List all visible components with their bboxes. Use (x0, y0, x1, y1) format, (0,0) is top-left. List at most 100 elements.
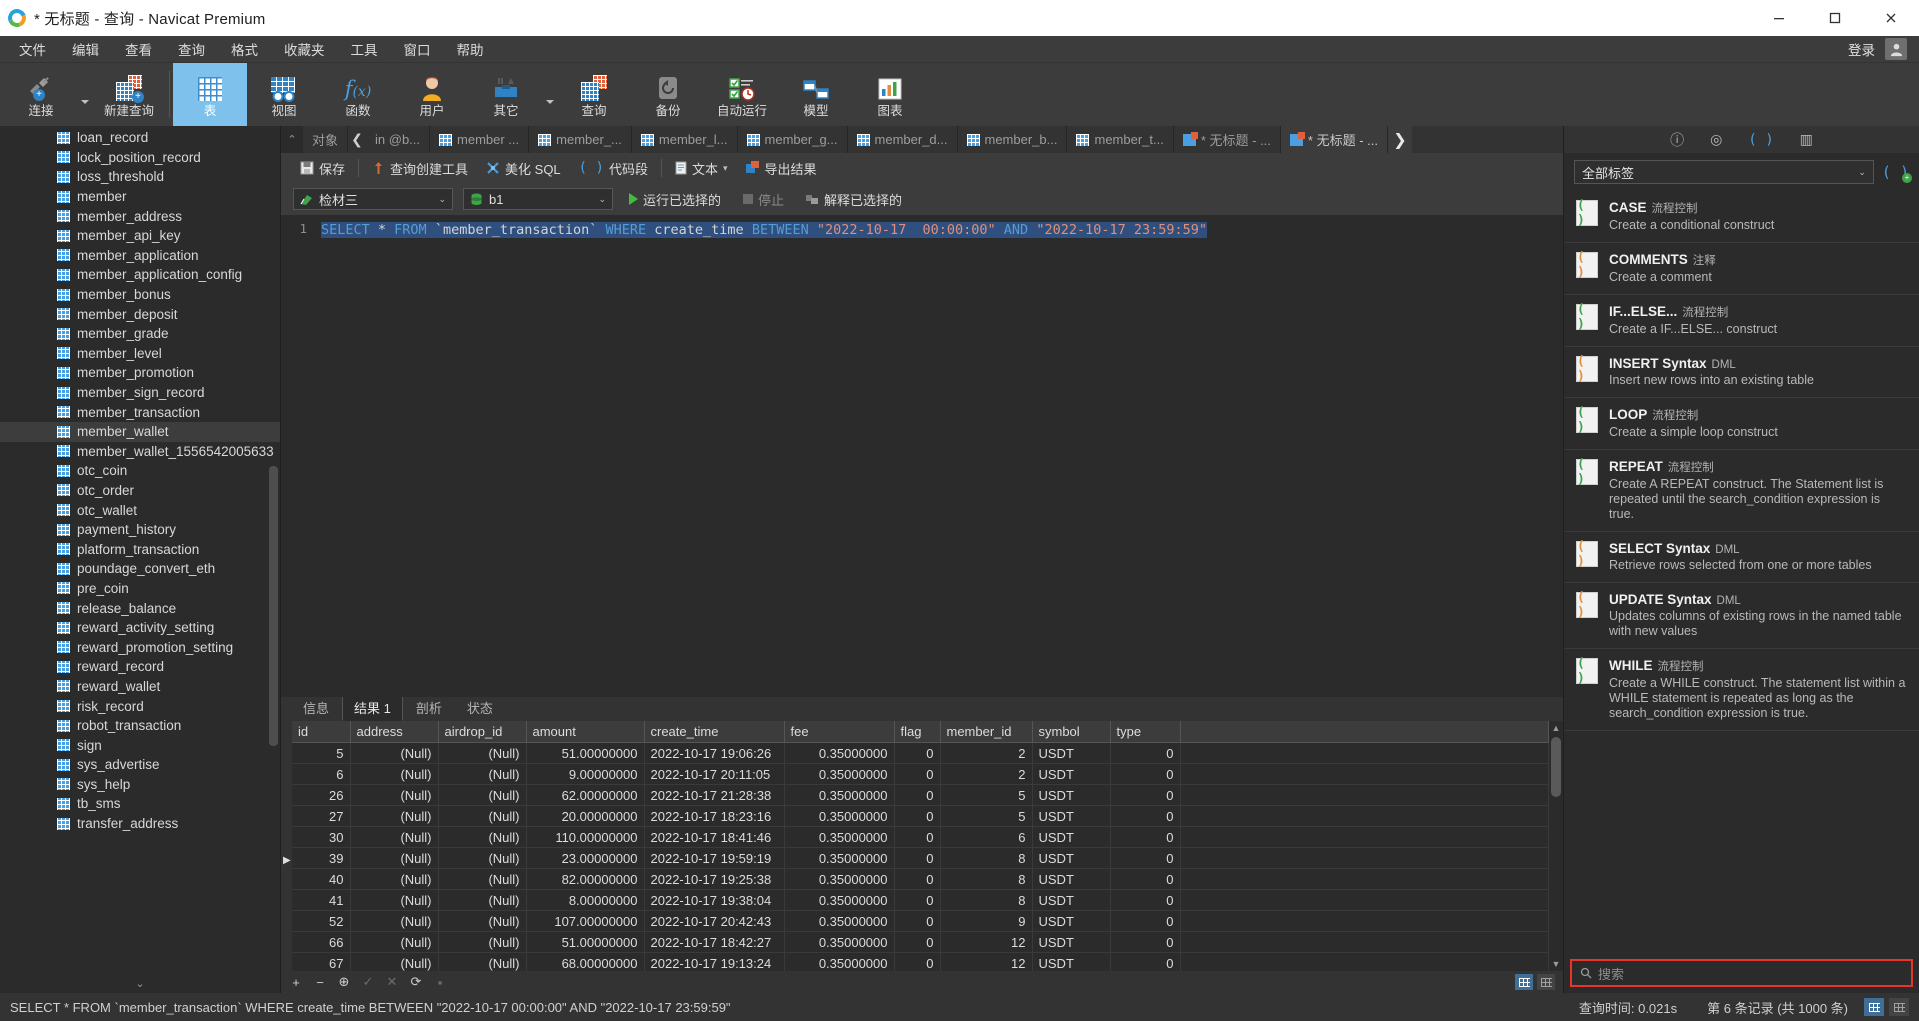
cell-type[interactable]: 0 (1110, 889, 1181, 911)
column-header-id[interactable]: id (292, 721, 351, 743)
status-form-view-button[interactable] (1889, 998, 1909, 1016)
snippet-item[interactable]: ( ) INSERT Syntax DML Insert new rows into … (1564, 347, 1919, 398)
menu-query[interactable]: 查询 (165, 35, 218, 63)
cell-flag[interactable]: 0 (894, 889, 941, 911)
cell-type[interactable]: 0 (1110, 847, 1181, 869)
cell-type[interactable]: 0 (1110, 931, 1181, 953)
cell-create_time[interactable]: 2022-10-17 19:13:24 (644, 952, 785, 971)
ribbon-others[interactable]: 其它 (469, 63, 543, 126)
others-dropdown-caret[interactable] (543, 63, 557, 126)
ribbon-model[interactable]: 模型 (779, 63, 853, 126)
cell-airdrop_id[interactable]: (Null) (438, 931, 527, 953)
cell-type[interactable]: 0 (1110, 910, 1181, 932)
ribbon-view[interactable]: 视图 (247, 63, 321, 126)
cell-airdrop_id[interactable]: (Null) (438, 910, 527, 932)
cell-fee[interactable]: 0.35000000 (784, 805, 895, 827)
cell-id[interactable]: 52 (292, 910, 351, 932)
info-icon[interactable]: ⓘ (1670, 130, 1684, 150)
tab-member[interactable]: member ... (430, 126, 530, 153)
cell-type[interactable]: 0 (1110, 826, 1181, 848)
explain-selected-button[interactable]: 解释已选择的 (800, 190, 908, 209)
sidebar-item-payment_history[interactable]: payment_history (0, 520, 280, 540)
cell-amount[interactable]: 9.00000000 (526, 763, 645, 785)
cell-symbol[interactable]: USDT (1032, 889, 1111, 911)
column-header-create_time[interactable]: create_time (644, 721, 785, 743)
cell-amount[interactable]: 51.00000000 (526, 742, 645, 764)
snippet-item[interactable]: ( ) COMMENTS 注释 Create a comment (1564, 243, 1919, 295)
table-row[interactable]: 66 (Null) (Null) 51.00000000 2022-10-17 18:4… (292, 931, 1549, 953)
result-grid[interactable]: ▶ id address airdrop_id amount create_time fe… (281, 721, 1563, 971)
sidebar-item-sys_help[interactable]: sys_help (0, 775, 280, 795)
snippet-label-select[interactable]: 全部标签 ⌄ (1574, 160, 1874, 184)
sidebar-item-member_sign_record[interactable]: member_sign_record (0, 383, 280, 403)
cell-address[interactable]: (Null) (350, 889, 439, 911)
tab-member-d[interactable]: member_d... (847, 126, 958, 153)
snippets-button[interactable]: ( ) 代码段 (570, 156, 657, 180)
avatar[interactable] (1885, 38, 1907, 60)
ribbon-automation[interactable]: 自动运行 (705, 63, 779, 126)
cell-create_time[interactable]: 2022-10-17 19:06:26 (644, 742, 785, 764)
sidebar-item-member_wallet_1556542005633[interactable]: member_wallet_1556542005633 (0, 442, 280, 462)
cell-member_id[interactable]: 5 (940, 805, 1033, 827)
tab-member-2[interactable]: member_... (529, 126, 632, 153)
column-header-member_id[interactable]: member_id (940, 721, 1033, 743)
cell-fee[interactable]: 0.35000000 (784, 952, 895, 971)
cell-member_id[interactable]: 8 (940, 847, 1033, 869)
cell-address[interactable]: (Null) (350, 826, 439, 848)
search-input[interactable]: 搜索 (1570, 959, 1913, 987)
connection-select[interactable]: 检材三 ⌄ (293, 188, 453, 210)
query-builder-button[interactable]: 查询创建工具 (363, 156, 477, 180)
table-tree[interactable]: loan_record lock_position_record loss_thre… (0, 126, 280, 973)
cell-id[interactable]: 26 (292, 784, 351, 806)
cell-member_id[interactable]: 12 (940, 952, 1033, 971)
scroll-up-icon[interactable]: ▲ (1549, 723, 1563, 733)
tab-info[interactable]: 信息 (291, 694, 342, 721)
snippet-item[interactable]: ( ) LOOP 流程控制 Create a simple loop construc… (1564, 398, 1919, 450)
cell-flag[interactable]: 0 (894, 952, 941, 971)
table-row[interactable]: 39 (Null) (Null) 23.00000000 2022-10-17 19:5… (292, 847, 1549, 869)
grid-scroll-thumb[interactable] (1551, 737, 1561, 797)
target-icon[interactable]: ◎ (1710, 131, 1722, 148)
cell-airdrop_id[interactable]: (Null) (438, 763, 527, 785)
snippet-list[interactable]: ( ) CASE 流程控制 Create a conditional construc… (1564, 191, 1919, 953)
cell-symbol[interactable]: USDT (1032, 805, 1111, 827)
sidebar-item-loss_threshold[interactable]: loss_threshold (0, 167, 280, 187)
table-row[interactable]: 5 (Null) (Null) 51.00000000 2022-10-17 19:06… (292, 742, 1549, 764)
sidebar-item-lock_position_record[interactable]: lock_position_record (0, 148, 280, 168)
database-select[interactable]: b1 ⌄ (463, 188, 613, 210)
sidebar-item-reward_wallet[interactable]: reward_wallet (0, 677, 280, 697)
code-icon[interactable]: ( ) (1748, 132, 1773, 148)
cell-amount[interactable]: 8.00000000 (526, 889, 645, 911)
sidebar-item-reward_activity_setting[interactable]: reward_activity_setting (0, 618, 280, 638)
cell-type[interactable]: 0 (1110, 952, 1181, 971)
cell-amount[interactable]: 23.00000000 (526, 847, 645, 869)
cell-fee[interactable]: 0.35000000 (784, 826, 895, 848)
cell-amount[interactable]: 20.00000000 (526, 805, 645, 827)
cell-flag[interactable]: 0 (894, 742, 941, 764)
cell-symbol[interactable]: USDT (1032, 742, 1111, 764)
grid-view-button[interactable] (1515, 974, 1533, 990)
cell-fee[interactable]: 0.35000000 (784, 910, 895, 932)
sidebar-scrollbar-thumb[interactable] (269, 466, 278, 746)
cell-flag[interactable]: 0 (894, 868, 941, 890)
sidebar-item-otc_order[interactable]: otc_order (0, 481, 280, 501)
tab-member-t[interactable]: member_t... (1067, 126, 1174, 153)
form-view-button[interactable] (1537, 974, 1555, 990)
snippet-item[interactable]: ( ) UPDATE Syntax DML Updates columns of ex… (1564, 583, 1919, 649)
cancel-button[interactable]: ✕ (385, 974, 399, 990)
column-header-flag[interactable]: flag (894, 721, 941, 743)
snippet-item[interactable]: ( ) WHILE 流程控制 Create a WHILE construct. Th… (1564, 649, 1919, 731)
sidebar-item-risk_record[interactable]: risk_record (0, 696, 280, 716)
cell-id[interactable]: 41 (292, 889, 351, 911)
save-button[interactable]: 保存 (291, 156, 354, 180)
cell-address[interactable]: (Null) (350, 763, 439, 785)
menu-window[interactable]: 窗口 (391, 35, 444, 63)
ribbon-connection[interactable]: + 连接 (4, 63, 78, 126)
ribbon-backup[interactable]: 备份 (631, 63, 705, 126)
cell-airdrop_id[interactable]: (Null) (438, 784, 527, 806)
cell-member_id[interactable]: 6 (940, 826, 1033, 848)
table-row[interactable]: 52 (Null) (Null) 107.00000000 2022-10-17 20:… (292, 910, 1549, 932)
sidebar-item-member_level[interactable]: member_level (0, 344, 280, 364)
add-snippet-button[interactable]: ( ) + (1882, 163, 1912, 183)
cell-id[interactable]: 5 (292, 742, 351, 764)
